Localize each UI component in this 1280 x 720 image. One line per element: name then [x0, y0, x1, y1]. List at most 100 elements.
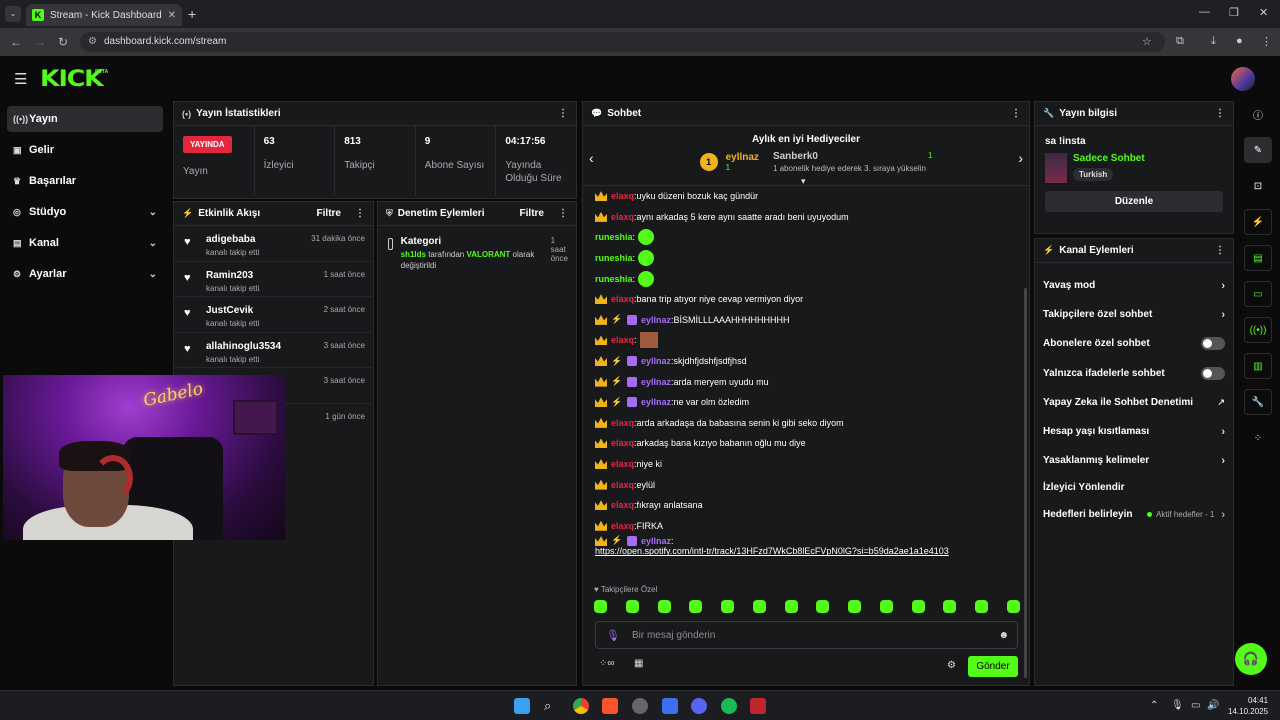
monitor-icon[interactable]: ▭	[1191, 700, 1200, 711]
chat-username[interactable]: runeshia	[595, 232, 633, 242]
emote[interactable]	[689, 600, 703, 613]
bookmark-star-icon[interactable]: ☆	[1142, 35, 1152, 48]
kick-logo[interactable]: KICK	[40, 67, 104, 92]
emote[interactable]	[848, 600, 862, 613]
chat-username[interactable]: eyllnaz	[641, 397, 671, 407]
action-followers-only[interactable]: Takipçilere özel sohbet ›	[1035, 300, 1233, 329]
help-icon[interactable]: 🎧	[1235, 643, 1267, 675]
gifter-name[interactable]: Sanberk0	[773, 151, 818, 162]
more-icon[interactable]: ⋮	[558, 108, 568, 119]
chat-username[interactable]: elaxq	[611, 480, 634, 490]
more-icon[interactable]: ⋮	[558, 208, 568, 219]
chat-username[interactable]: elaxq	[611, 294, 634, 304]
emotes-only-toggle[interactable]	[1201, 366, 1225, 380]
url-field[interactable]: ⚙ dashboard.kick.com/stream	[80, 32, 1165, 52]
emote[interactable]	[943, 600, 957, 613]
chat-username[interactable]: elaxq	[611, 459, 634, 469]
chat-username[interactable]: runeshia	[595, 253, 633, 263]
new-tab-icon[interactable]: +	[188, 6, 196, 22]
app-icon[interactable]	[750, 698, 766, 714]
volume-icon[interactable]: 🔊	[1207, 700, 1219, 711]
menu-icon[interactable]: ☰	[14, 70, 27, 88]
tab-close-icon[interactable]: ✕	[168, 10, 176, 21]
emote[interactable]	[879, 600, 893, 613]
chat-icon[interactable]: ▭	[1244, 281, 1272, 307]
chat-username[interactable]: elaxq	[611, 335, 634, 345]
bolt-icon[interactable]: ⚡	[1244, 209, 1272, 235]
chat-username[interactable]: elaxq	[611, 500, 634, 510]
emote[interactable]	[752, 600, 766, 613]
chrome-icon[interactable]	[573, 698, 589, 714]
feed-username[interactable]: Ramin203	[206, 270, 259, 281]
send-button[interactable]: Gönder	[968, 656, 1018, 677]
filter-button[interactable]: Filtre	[520, 208, 544, 219]
sidebar-item-studyo[interactable]: ◎ Stüdyo ⌄	[7, 199, 163, 225]
app-icon[interactable]	[662, 698, 678, 714]
steam-icon[interactable]	[632, 698, 648, 714]
search-icon[interactable]: ⌕	[544, 698, 560, 714]
broadcast-icon[interactable]: ((•))	[1244, 317, 1272, 343]
sidebar-item-ayarlar[interactable]: ⚙ Ayarlar ⌄	[7, 261, 163, 287]
stats-icon[interactable]: ▤	[1244, 245, 1272, 271]
sidebar-item-yayin[interactable]: ((•)) Yayın	[7, 106, 163, 132]
chat-scrollbar[interactable]	[1024, 288, 1027, 678]
feed-username[interactable]: adigebaba	[206, 234, 259, 245]
back-icon[interactable]: ←	[10, 35, 22, 49]
more-icon[interactable]: ⋮	[1215, 245, 1225, 256]
more-icon[interactable]: ⋮	[1011, 108, 1021, 119]
browser-tab[interactable]: K Stream - Kick Dashboard ✕	[26, 4, 182, 26]
restore-icon[interactable]: ❐	[1229, 6, 1239, 19]
add-widget-icon[interactable]: ⁘	[1244, 425, 1272, 451]
sidebar-item-kanal[interactable]: ▤ Kanal ⌄	[7, 230, 163, 256]
chevron-down-icon[interactable]: ⌄	[149, 238, 157, 249]
profile-icon[interactable]: ●	[1236, 35, 1243, 47]
tab-search-icon[interactable]: ⌄	[5, 6, 21, 22]
windows-start-icon[interactable]	[514, 698, 530, 714]
sidebar-item-basarilar[interactable]: ♛ Başarılar	[7, 168, 163, 194]
chat-username[interactable]: eyllnaz	[641, 315, 671, 325]
chat-username[interactable]: eyllnaz	[641, 356, 671, 366]
action-account-age[interactable]: Hesap yaşı kısıtlaması ›	[1035, 417, 1233, 446]
reload-icon[interactable]: ↻	[58, 35, 68, 49]
chat-link[interactable]: https://open.spotify.com/intl-tr/track/1…	[595, 546, 949, 556]
sidebar-item-gelir[interactable]: ▣ Gelir	[7, 137, 163, 163]
user-avatar[interactable]	[1231, 67, 1255, 91]
action-banned-words[interactable]: Yasaklanmış kelimeler ›	[1035, 446, 1233, 475]
pencil-icon[interactable]: ✎	[1244, 137, 1272, 163]
brave-icon[interactable]	[602, 698, 618, 714]
spotify-icon[interactable]	[721, 698, 737, 714]
chat-settings-icon[interactable]: ⚙	[947, 660, 956, 671]
action-ai-moderation[interactable]: Yapay Zeka ile Sohbet Denetimi ↗	[1035, 388, 1233, 417]
emote[interactable]	[784, 600, 798, 613]
moderation-icon[interactable]: ▥	[1244, 353, 1272, 379]
chevron-down-icon[interactable]: ⌄	[149, 207, 157, 218]
action-raid[interactable]: İzleyici Yönlendir	[1035, 475, 1233, 500]
edit-button[interactable]: Düzenle	[1045, 191, 1223, 212]
emote[interactable]	[816, 600, 830, 613]
chat-username[interactable]: elaxq	[611, 191, 634, 201]
microphone-icon[interactable]: 🎙	[606, 629, 620, 642]
feed-username[interactable]: JustCevik	[206, 305, 259, 316]
emote[interactable]	[1006, 600, 1020, 613]
site-info-icon[interactable]: ⚙	[88, 36, 97, 47]
info-icon[interactable]: ⓘ	[1244, 101, 1272, 127]
microphone-icon[interactable]: 🎙	[1171, 700, 1184, 711]
feed-username[interactable]: allahinoglu3534	[206, 341, 281, 352]
chat-username[interactable]: elaxq	[611, 212, 634, 222]
subscribers-only-toggle[interactable]	[1201, 337, 1225, 351]
chevron-down-icon[interactable]: ⌄	[149, 269, 157, 280]
chat-input[interactable]: 🎙 Bir mesaj gönderin ☻	[595, 621, 1018, 649]
emote[interactable]	[721, 600, 735, 613]
filter-button[interactable]: Filtre	[317, 208, 341, 219]
more-icon[interactable]: ⋮	[1215, 108, 1225, 119]
browser-menu-icon[interactable]: ⋮	[1261, 35, 1272, 48]
emote[interactable]	[911, 600, 925, 613]
emote[interactable]	[975, 600, 989, 613]
discord-icon[interactable]	[691, 698, 707, 714]
emote[interactable]	[657, 600, 671, 613]
gifter-name[interactable]: eyllnaz	[726, 152, 759, 163]
chat-username[interactable]: eyllnaz	[641, 377, 671, 387]
chat-username[interactable]: runeshia	[595, 274, 633, 284]
action-goals[interactable]: Hedefleri belirleyin Aktif hedefler - 1 ›	[1035, 500, 1233, 529]
mod-user[interactable]: sh1lds	[401, 250, 426, 259]
